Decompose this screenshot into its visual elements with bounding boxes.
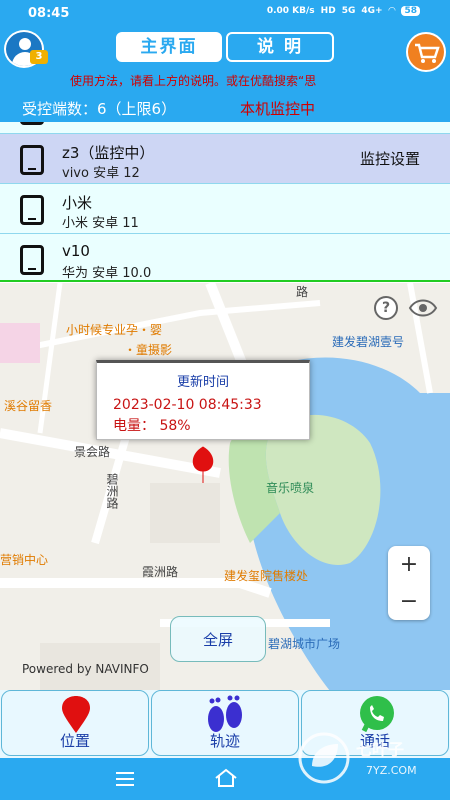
map-label-shop: 小时候专业孕・婴 <box>66 323 163 337</box>
map-help-button[interactable]: ? <box>374 296 398 320</box>
status-time: 08:45 <box>28 6 70 21</box>
menu-icon[interactable] <box>116 772 134 786</box>
watermark: 七叶子 7YZ.COM <box>296 728 446 788</box>
location-button[interactable]: 位置 <box>1 690 149 756</box>
track-label: 轨迹 <box>209 732 240 750</box>
map-label-sales-office: 建发玺院售楼处 <box>224 569 309 583</box>
zoom-out-button[interactable]: − <box>388 583 430 620</box>
map-label-sales-center: 营销中心 <box>0 553 49 567</box>
monitor-status-label: 本机监控中 <box>240 100 316 118</box>
footprints-icon <box>208 695 242 732</box>
hd-icon: HD <box>320 6 336 16</box>
device-row-partial[interactable] <box>0 122 450 134</box>
device-model: 华为 安卓 10.0 <box>62 266 152 281</box>
info-battery: 电量： 58% <box>113 418 191 434</box>
tab-help[interactable]: 说 明 <box>226 32 334 62</box>
app-header: 3 主界面 说 明 使用方法，请看上方的说明。或在优酷搜索“思 受控端数：6（上… <box>0 28 450 122</box>
home-icon[interactable] <box>214 768 238 788</box>
shopping-cart-button[interactable] <box>406 32 446 72</box>
phone-icon <box>20 145 44 175</box>
map-label-bihu-plaza: 碧湖城市广场 <box>268 637 341 651</box>
phone-icon <box>20 122 44 125</box>
cart-icon <box>415 43 440 63</box>
wifi-icon: ◠ <box>388 6 396 16</box>
vip-badge-icon: 3 <box>30 50 48 64</box>
map-attribution: Powered by NAVINFO <box>22 662 149 676</box>
zoom-in-button[interactable]: + <box>388 546 430 583</box>
map-label-bizhou: 碧洲路 <box>105 473 119 509</box>
status-bar: 08:45 0.00 KB/s HD 5G 4G+ ◠ 58 <box>0 0 450 28</box>
device-model: 小米 安卓 11 <box>62 216 139 231</box>
device-row-v10[interactable]: v10 华为 安卓 10.0 <box>0 234 450 281</box>
watermark-url: 7YZ.COM <box>366 764 417 777</box>
eye-icon[interactable] <box>408 296 438 320</box>
map-label-xigu: 溪谷留香 <box>4 399 53 413</box>
battery-icon: 58 <box>401 6 420 16</box>
map-label-jiandi: 建发碧湖壹号 <box>332 335 405 349</box>
info-update-time: 2023-02-10 08:45:33 <box>113 397 262 413</box>
watermark-name: 七叶子 <box>356 740 405 759</box>
map-label-music: 音乐喷泉 <box>266 481 315 495</box>
5g-icon: 5G <box>341 6 356 16</box>
location-label: 位置 <box>59 732 90 750</box>
instruction-marquee: 使用方法，请看上方的说明。或在优酷搜索“思 <box>70 74 317 88</box>
monitor-settings-button[interactable]: 监控设置 <box>360 148 420 169</box>
device-list: z3（监控中） vivo 安卓 12 监控设置 小米 小米 安卓 11 v10 … <box>0 122 450 282</box>
zoom-control: + − <box>388 546 430 620</box>
tab-main[interactable]: 主界面 <box>116 32 222 62</box>
map-label-photo: ・童摄影 <box>124 343 173 357</box>
device-model: vivo 安卓 12 <box>62 166 140 181</box>
device-count-label: 受控端数：6（上限6） <box>22 100 177 118</box>
phone-icon <box>20 245 44 275</box>
avatar-head-icon <box>19 38 31 50</box>
fullscreen-button[interactable]: 全屏 <box>170 616 266 662</box>
location-pin-icon <box>62 696 90 733</box>
map-label-xiazhou: 霞洲路 <box>142 565 179 579</box>
info-title: 更新时间 <box>176 375 229 390</box>
device-name: z3（监控中） <box>62 144 155 162</box>
device-row-z3[interactable]: z3（监控中） vivo 安卓 12 监控设置 <box>0 134 450 184</box>
device-name: v10 <box>62 242 90 260</box>
net-speed: 0.00 KB/s <box>266 6 315 16</box>
device-name: 小米 <box>62 194 93 212</box>
track-button[interactable]: 轨迹 <box>151 690 299 756</box>
eye-icon-svg <box>408 299 438 317</box>
map-label-jinghui: 景会路 <box>74 445 111 459</box>
map-label-road: 路 <box>296 285 309 299</box>
leaf-logo-icon <box>298 732 350 784</box>
phone-icon <box>20 195 44 225</box>
device-row-xiaomi[interactable]: 小米 小米 安卓 11 <box>0 184 450 234</box>
4g-icon: 4G+ <box>361 6 383 16</box>
status-icons: 0.00 KB/s HD 5G 4G+ ◠ 58 <box>267 6 420 16</box>
update-info-popup: 更新时间 2023-02-10 08:45:33 电量： 58% <box>96 360 310 440</box>
